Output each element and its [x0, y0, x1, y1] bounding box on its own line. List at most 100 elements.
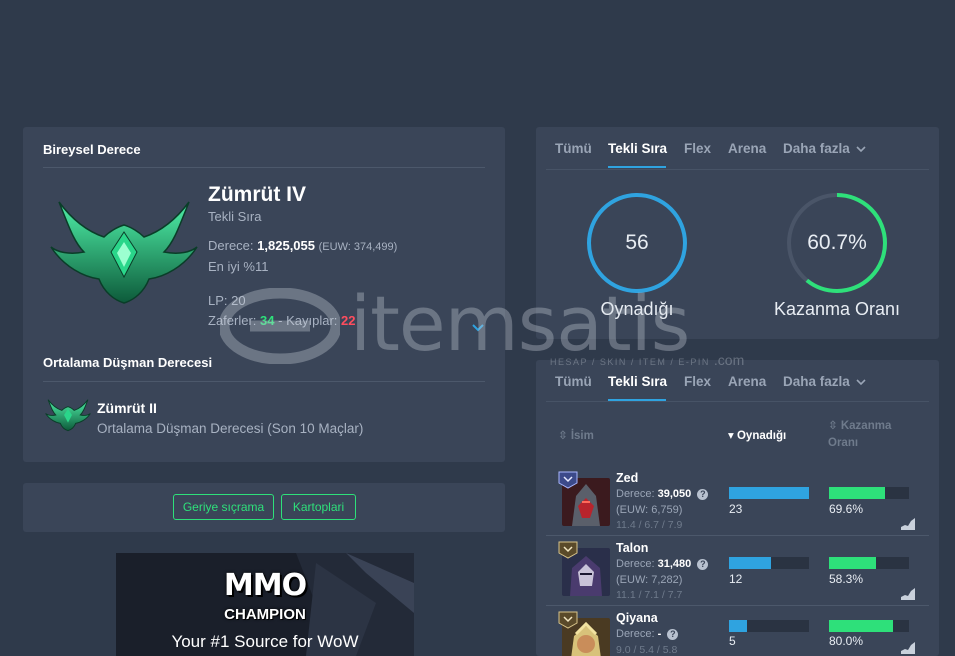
- cards-button[interactable]: Kartoplari: [281, 494, 356, 520]
- winrate-bar: [829, 620, 909, 632]
- played-label: Oynadığı: [600, 299, 674, 319]
- solo-rank-panel: Bireysel Derece Zümrüt IV Tekli Sıra Der…: [23, 127, 505, 462]
- winrate-value: 60.7%: [807, 231, 867, 254]
- rank-value: -: [657, 628, 662, 640]
- mastery-badge-icon: [558, 471, 578, 489]
- winrate-label: Kazanma Oranı: [773, 299, 901, 319]
- winrate-bar-fill: [829, 487, 885, 499]
- col-played-header[interactable]: ▾ Oynadığı: [728, 428, 786, 445]
- winrate-value: 69.6%: [829, 502, 864, 516]
- champion-row[interactable]: Zed Derece: 39,050 ? (EUW: 6,759) 11.4 /…: [546, 466, 929, 536]
- champion-row[interactable]: Talon Derece: 31,480 ? (EUW: 7,282) 11.1…: [546, 536, 929, 606]
- tab-solo[interactable]: Tekli Sıra: [608, 374, 667, 389]
- trend-chart-icon[interactable]: [901, 588, 915, 600]
- tab-more[interactable]: Daha fazla: [783, 141, 866, 156]
- col-winrate-label-2: Oranı: [828, 437, 859, 449]
- divider: [546, 401, 929, 402]
- wins-label: Zaferler:: [208, 313, 257, 328]
- rank-label: Derece:: [616, 488, 655, 500]
- champion-rank: Derece: - ?: [616, 628, 679, 640]
- champion-name[interactable]: Talon: [616, 541, 648, 555]
- best-percentile: En iyi %11: [208, 259, 269, 274]
- queue-tabs: Tümü Tekli Sıra Flex Arena Daha fazla: [536, 127, 939, 168]
- rewind-button[interactable]: Geriye sıçrama: [173, 494, 274, 520]
- tab-active-underline: [608, 166, 666, 168]
- champion-panel: Tümü Tekli Sıra Flex Arena Daha fazla ⇳ …: [536, 360, 939, 656]
- tab-solo[interactable]: Tekli Sıra: [608, 141, 667, 156]
- help-icon[interactable]: ?: [667, 628, 679, 640]
- played-count: 5: [729, 634, 736, 648]
- played-bar: [729, 620, 809, 632]
- queue-name: Tekli Sıra: [208, 209, 262, 224]
- col-winrate-header[interactable]: ⇳ Kazanma Oranı: [828, 418, 891, 452]
- divider: [43, 167, 485, 168]
- mastery-badge-icon: [558, 611, 578, 629]
- ad-logo-line1: MMO: [223, 568, 307, 603]
- advertisement[interactable]: MMO CHAMPION Your #1 Source for WoW: [116, 553, 414, 656]
- col-played-label: Oynadığı: [736, 430, 787, 442]
- played-count: 56: [625, 231, 649, 254]
- solo-rank-title: Bireysel Derece: [43, 142, 141, 157]
- tab-more-label: Daha fazla: [783, 141, 850, 156]
- chevron-down-icon[interactable]: [471, 321, 485, 335]
- played-bar: [729, 557, 809, 569]
- rank-label: Derece:: [616, 628, 655, 640]
- tab-arena[interactable]: Arena: [728, 374, 766, 389]
- tab-all[interactable]: Tümü: [555, 374, 592, 389]
- champion-kda: 9.0 / 5.4 / 5.8: [616, 644, 678, 656]
- tab-more-label: Daha fazla: [783, 374, 850, 389]
- mastery-badge-icon: [558, 541, 578, 559]
- rating-label: Derece:: [208, 238, 254, 253]
- champion-name[interactable]: Zed: [616, 471, 638, 485]
- rating-line: Derece: 1,825,055 (EUW: 374,499): [208, 238, 397, 253]
- ad-tagline: Your #1 Source for WoW: [171, 632, 359, 651]
- divider: [43, 381, 485, 382]
- win-loss-line: Zaferler: 34 - Kayıplar: 22: [208, 313, 356, 328]
- sort-icon: ⇳: [558, 430, 568, 442]
- divider: [546, 169, 929, 170]
- action-bar: Geriye sıçrama Kartoplari: [23, 483, 505, 532]
- played-bar-fill: [729, 557, 771, 569]
- winrate-bar-fill: [829, 620, 893, 632]
- sort-desc-icon: ▾: [728, 430, 734, 442]
- lp-value: LP: 20: [208, 293, 246, 308]
- col-name-header[interactable]: ⇳ İsim: [558, 428, 594, 445]
- champion-rank: Derece: 31,480 ?: [616, 558, 709, 570]
- rank-label: Derece:: [616, 558, 655, 570]
- queue-tabs: Tümü Tekli Sıra Flex Arena Daha fazla: [536, 360, 939, 401]
- rating-euw: (EUW: 374,499): [318, 241, 398, 253]
- tab-arena[interactable]: Arena: [728, 141, 766, 156]
- champion-row[interactable]: Qiyana Derece: - ? 9.0 / 5.4 / 5.8 5 80.…: [546, 606, 929, 656]
- champion-rank: Derece: 39,050 ?: [616, 488, 709, 500]
- stats-panel: Tümü Tekli Sıra Flex Arena Daha fazla 56…: [536, 127, 939, 339]
- tab-all[interactable]: Tümü: [555, 141, 592, 156]
- champion-name[interactable]: Qiyana: [616, 611, 658, 625]
- emerald-emblem-icon: [50, 201, 198, 304]
- tab-flex[interactable]: Flex: [684, 141, 711, 156]
- losses-count: 22: [341, 313, 356, 328]
- losses-label: Kayıplar:: [286, 313, 338, 328]
- trend-chart-icon[interactable]: [901, 518, 915, 530]
- help-icon[interactable]: ?: [697, 558, 709, 570]
- played-bar-fill: [729, 620, 747, 632]
- chevron-down-icon: [855, 379, 866, 386]
- tab-flex[interactable]: Flex: [684, 374, 711, 389]
- avg-enemy-title: Ortalama Düşman Derecesi: [43, 355, 213, 370]
- rating-value: 1,825,055: [257, 238, 315, 253]
- ad-logo-line2: CHAMPION: [224, 606, 306, 623]
- winrate-bar-fill: [829, 557, 876, 569]
- col-winrate-label-1: Kazanma: [840, 420, 892, 432]
- played-bar: [729, 487, 809, 499]
- help-icon[interactable]: ?: [697, 488, 709, 500]
- rank-value: 31,480: [657, 558, 692, 570]
- winrate-value: 58.3%: [829, 572, 864, 586]
- winrate-bar: [829, 557, 909, 569]
- played-count: 23: [729, 502, 743, 516]
- tier-name: Zümrüt IV: [208, 183, 306, 206]
- tab-more[interactable]: Daha fazla: [783, 374, 866, 389]
- rank-value: 39,050: [657, 488, 692, 500]
- separator-dash: -: [278, 313, 283, 328]
- trend-chart-icon[interactable]: [901, 642, 915, 654]
- sort-icon: ⇳: [828, 420, 838, 432]
- chevron-down-icon: [855, 146, 866, 153]
